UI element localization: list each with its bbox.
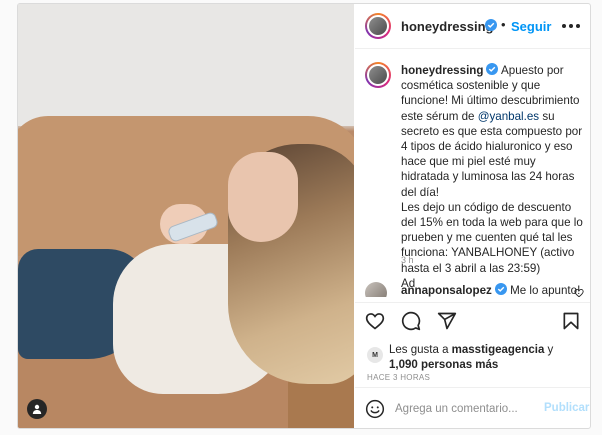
comment-text: Me lo apunto! — [506, 284, 581, 297]
caption-mention-link[interactable]: @yanbal.es — [478, 110, 539, 123]
follow-button[interactable]: Seguir — [511, 19, 551, 34]
bookmark-icon[interactable] — [561, 311, 581, 331]
likes-prefix: Les gusta a — [389, 344, 452, 356]
image-face — [228, 152, 298, 242]
post-sidebar: honeydressing • Seguir honeydressing Apu… — [355, 4, 590, 428]
image-wall — [18, 4, 354, 126]
caption-timestamp[interactable]: 3 h — [401, 255, 414, 265]
comment-input[interactable] — [395, 401, 535, 417]
more-options-icon[interactable] — [562, 24, 580, 30]
caption-username[interactable]: honeydressing — [401, 64, 483, 77]
commenter-avatar[interactable] — [365, 282, 387, 297]
verified-badge-icon — [486, 63, 499, 75]
commenter-username[interactable]: annaponsalopez — [401, 284, 492, 297]
verified-badge-icon — [485, 19, 497, 31]
publish-button[interactable]: Publicar — [544, 402, 589, 414]
user-tag-icon[interactable] — [27, 399, 47, 419]
likes-conjunction: y — [544, 344, 554, 356]
header-separator: • — [501, 17, 506, 32]
post-time-ago[interactable]: HACE 3 HORAS — [367, 373, 430, 382]
author-username[interactable]: honeydressing — [401, 19, 493, 34]
action-bar — [355, 302, 590, 339]
comment-like-heart-icon[interactable] — [574, 288, 584, 297]
verified-badge-icon — [494, 283, 507, 295]
likes-summary: Les gusta a masstigeagencia y 1,090 pers… — [389, 343, 585, 372]
heart-icon[interactable] — [365, 311, 385, 331]
paper-plane-icon[interactable] — [437, 311, 457, 331]
post-header: honeydressing • Seguir — [355, 4, 590, 49]
liker-avatar[interactable]: M — [367, 347, 383, 363]
comments-section: honeydressing Apuesto por cosmética sost… — [355, 49, 590, 297]
likes-count-link[interactable]: 1,090 personas más — [389, 359, 498, 371]
comment-item: annaponsalopez Me lo apunto! — [401, 283, 580, 297]
add-comment-bar: Publicar — [355, 387, 590, 428]
post-card: honeydressing • Seguir honeydressing Apu… — [17, 3, 591, 429]
caption-author-avatar[interactable] — [365, 62, 391, 88]
comment-icon[interactable] — [401, 311, 421, 331]
post-caption: honeydressing Apuesto por cosmética sost… — [401, 63, 583, 291]
post-image[interactable] — [18, 4, 354, 428]
author-avatar[interactable] — [365, 13, 391, 39]
liker-username[interactable]: masstigeagencia — [452, 344, 545, 356]
caption-text-2: su secreto es que esta compuesto por 4 t… — [401, 109, 583, 290]
emoji-icon[interactable] — [365, 399, 385, 419]
